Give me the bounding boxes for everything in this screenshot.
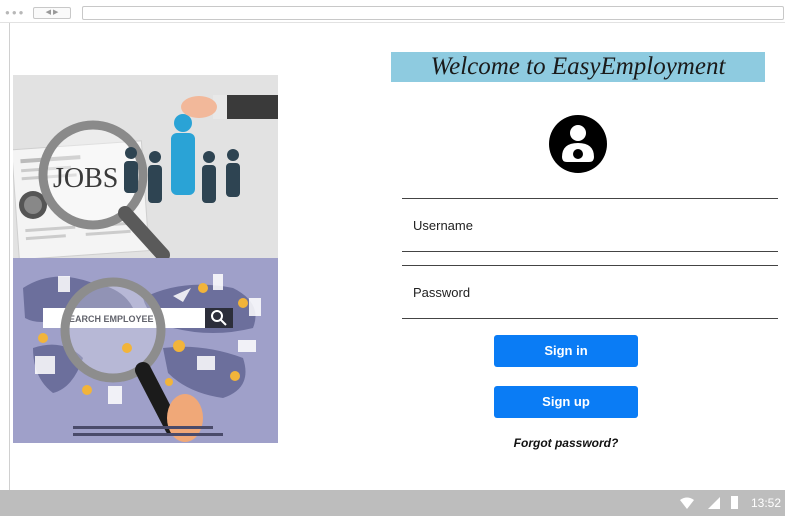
- password-divider-bottom: [402, 318, 778, 319]
- search-employee-illustration: SEARCH EMPLOYEE: [13, 258, 278, 443]
- password-field: [402, 265, 778, 319]
- signal-icon: [708, 497, 720, 509]
- welcome-banner: Welcome to EasyEmployment: [391, 52, 765, 82]
- nav-arrows-icon[interactable]: ◀ ▶: [33, 7, 71, 19]
- forgot-password-link[interactable]: Forgot password?: [494, 436, 638, 450]
- username-divider-bottom: [402, 251, 778, 252]
- status-bar: 13:52: [0, 490, 785, 516]
- battery-icon: [731, 496, 738, 509]
- jobs-text: JOBS: [53, 163, 118, 194]
- password-input[interactable]: [402, 266, 778, 318]
- sign-up-button[interactable]: Sign up: [494, 386, 638, 418]
- wifi-icon: [680, 497, 694, 509]
- username-input[interactable]: [402, 199, 778, 251]
- window-controls-icon[interactable]: ●●●: [5, 9, 26, 17]
- user-avatar-icon: [549, 115, 607, 173]
- jobs-illustration: JOBS: [13, 75, 278, 258]
- sign-in-button[interactable]: Sign in: [494, 335, 638, 367]
- username-field: [402, 198, 778, 252]
- status-time: 13:52: [751, 496, 782, 510]
- address-bar[interactable]: [82, 6, 784, 20]
- window-frame-left: [9, 0, 10, 490]
- browser-toolbar: ●●● ◀ ▶: [0, 0, 785, 23]
